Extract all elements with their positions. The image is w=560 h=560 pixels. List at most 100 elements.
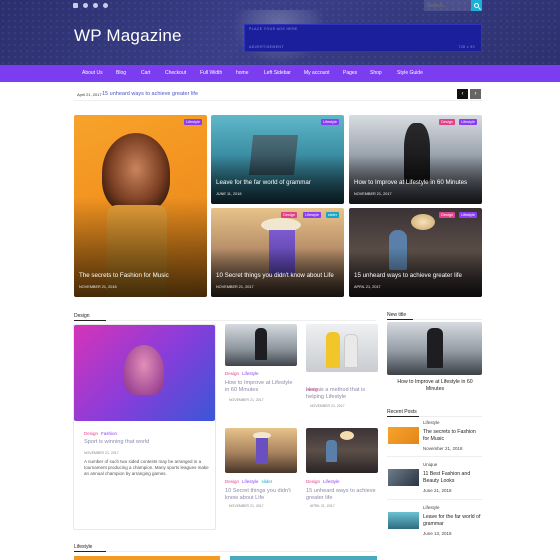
post-title[interactable]: 10 Secret things you didn't know about L… [225, 488, 297, 502]
featured-card-5[interactable]: Design Lifestyle 15 unheard ways to achi… [349, 208, 482, 297]
featured-card-3[interactable]: Design Lifestyle How to Improve at Lifes… [349, 115, 482, 204]
featured-card-2[interactable]: Lifestyle Leave for the far world of gra… [211, 115, 344, 204]
lifestyle-card-1[interactable] [74, 556, 220, 560]
ticker-next-button[interactable]: › [470, 89, 481, 99]
card-title[interactable]: 10 Secret things you didn't know about L… [216, 272, 334, 280]
divider [387, 499, 482, 500]
featured-card-4[interactable]: Design Lifestyle slider 10 Secret things… [211, 208, 344, 297]
nav-shop[interactable]: Shop [370, 70, 382, 76]
tag-slider[interactable]: slider [325, 212, 339, 218]
recent-post-date: November 21, 2018 [423, 446, 463, 451]
search-button[interactable] [471, 0, 482, 11]
post-date: NOVEMBER 21, 2017 [229, 504, 264, 508]
post-thumb-3[interactable] [225, 428, 297, 473]
tag-design[interactable]: Design [281, 212, 297, 218]
ticker-date: April 21, 2017 [77, 92, 102, 97]
post-thumb-1[interactable] [225, 324, 297, 366]
pinterest-icon[interactable] [103, 3, 108, 8]
ad-top-label: PLACE YOUR ADS HERE [249, 27, 298, 31]
recent-post-thumb[interactable] [388, 469, 419, 486]
ticker-prev-button[interactable]: ‹ [457, 89, 468, 99]
category-link[interactable]: Fashion [101, 431, 117, 436]
nav-about-us[interactable]: About Us [82, 70, 103, 76]
design-main-card: Design Fashion Sport is winning that wor… [73, 324, 216, 530]
nav-left-sidebar[interactable]: Left Sidebar [264, 70, 291, 76]
social-links [73, 3, 108, 8]
ad-banner[interactable]: PLACE YOUR ADS HERE ADVERTISEMENT 728 x … [244, 24, 482, 52]
nav-style-guide[interactable]: Style Guide [397, 70, 423, 76]
post-title[interactable]: Here is a method that is helping Lifesty… [306, 387, 378, 401]
nav-blog[interactable]: Blog [116, 70, 126, 76]
section-underline [74, 320, 106, 321]
nav-pages[interactable]: Pages [343, 70, 357, 76]
tag-lifestyle[interactable]: Lifestyle [303, 212, 321, 218]
post-thumb-4[interactable] [306, 428, 378, 473]
design-main-image[interactable] [74, 325, 215, 421]
section-heading-lifestyle: Lifestyle [74, 544, 93, 550]
lifestyle-card-2[interactable] [230, 556, 377, 560]
ad-right-label: 728 x 90 [458, 45, 475, 49]
site-header: WP Magazine PLACE YOUR ADS HERE ADVERTIS… [0, 0, 560, 65]
recent-post-category[interactable]: Unique [423, 462, 437, 467]
main-nav: About Us Blog Cart Checkout Full Width h… [0, 65, 560, 82]
recent-post-category[interactable]: Lifestyle [423, 505, 440, 510]
card-title[interactable]: 15 unheard ways to achieve greater life [354, 272, 462, 280]
news-ticker: April 21, 2017 15 unheard ways to achiev… [74, 89, 482, 101]
tag-design[interactable]: Design [439, 119, 455, 125]
recent-post-title[interactable]: Leave for the far world of grammar [423, 514, 483, 527]
site-title[interactable]: WP Magazine [74, 26, 182, 46]
category-link[interactable]: slider [262, 479, 273, 484]
nav-my-account[interactable]: My account [304, 70, 330, 76]
post-thumb-2[interactable] [306, 324, 378, 372]
tag-lifestyle[interactable]: Lifestyle [321, 119, 339, 125]
recent-post-date: June 13, 2018 [423, 531, 452, 536]
section-divider [106, 320, 376, 321]
widget-divider [419, 416, 482, 417]
nav-cart[interactable]: Cart [141, 70, 150, 76]
widget-post-image[interactable] [387, 322, 482, 375]
category-link[interactable]: Design [306, 479, 320, 484]
instagram-icon[interactable] [93, 3, 98, 8]
category-link[interactable]: Lifestyle [242, 479, 259, 484]
card-date: JUNE 11, 2018 [216, 192, 242, 196]
nav-checkout[interactable]: Checkout [165, 70, 186, 76]
tag-lifestyle[interactable]: Lifestyle [184, 119, 202, 125]
card-title[interactable]: How to Improve at Lifestyle in 60 Minute… [354, 179, 467, 187]
post-title[interactable]: Sport is winning that world [84, 439, 149, 446]
section-heading-design: Design [74, 313, 90, 319]
post-date: APRIL 21, 2017 [310, 504, 335, 508]
tag-lifestyle[interactable]: Lifestyle [459, 119, 477, 125]
category-link[interactable]: Design [225, 371, 239, 376]
widget-underline [387, 319, 413, 320]
divider [387, 456, 482, 457]
chevron-left-icon: ‹ [461, 91, 464, 97]
tag-design[interactable]: Design [439, 212, 455, 218]
facebook-icon[interactable] [73, 3, 78, 8]
recent-post-thumb[interactable] [388, 427, 419, 444]
tag-lifestyle[interactable]: Lifestyle [459, 212, 477, 218]
card-date: NOVEMBER 21, 2018 [79, 285, 117, 289]
card-date: APRIL 21, 2017 [354, 285, 381, 289]
ticker-headline[interactable]: 15 unheard ways to achieve greater life [102, 91, 198, 97]
search-input[interactable] [424, 0, 471, 11]
category-link[interactable]: Lifestyle [242, 371, 259, 376]
card-title[interactable]: The secrets to Fashion for Music [79, 272, 169, 280]
post-title[interactable]: 15 unheard ways to achieve greater life [306, 488, 378, 502]
featured-card-1[interactable]: Lifestyle The secrets to Fashion for Mus… [74, 115, 207, 297]
card-title[interactable]: Leave for the far world of grammar [216, 179, 311, 187]
nav-home[interactable]: home [236, 70, 249, 76]
recent-post-category[interactable]: Lifestyle [423, 420, 440, 425]
category-link[interactable]: Lifestyle [323, 479, 340, 484]
nav-full-width[interactable]: Full Width [200, 70, 222, 76]
recent-post-title[interactable]: 11 Best Fashion and Beauty Looks [423, 471, 483, 484]
post-date: NOVEMBER 21, 2017 [310, 404, 345, 408]
widget-post-title[interactable]: How to Improve at Lifestyle in 60 Minute… [392, 379, 478, 392]
post-title[interactable]: How to Improve at Lifestyle in 60 Minute… [225, 380, 297, 394]
twitter-icon[interactable] [83, 3, 88, 8]
recent-post-date: June 21, 2018 [423, 488, 452, 493]
category-link[interactable]: Design [84, 431, 98, 436]
widget-underline [387, 416, 419, 417]
recent-post-thumb[interactable] [388, 512, 419, 529]
recent-post-title[interactable]: The secrets to Fashion for Music [423, 429, 483, 442]
category-link[interactable]: Design [225, 479, 239, 484]
